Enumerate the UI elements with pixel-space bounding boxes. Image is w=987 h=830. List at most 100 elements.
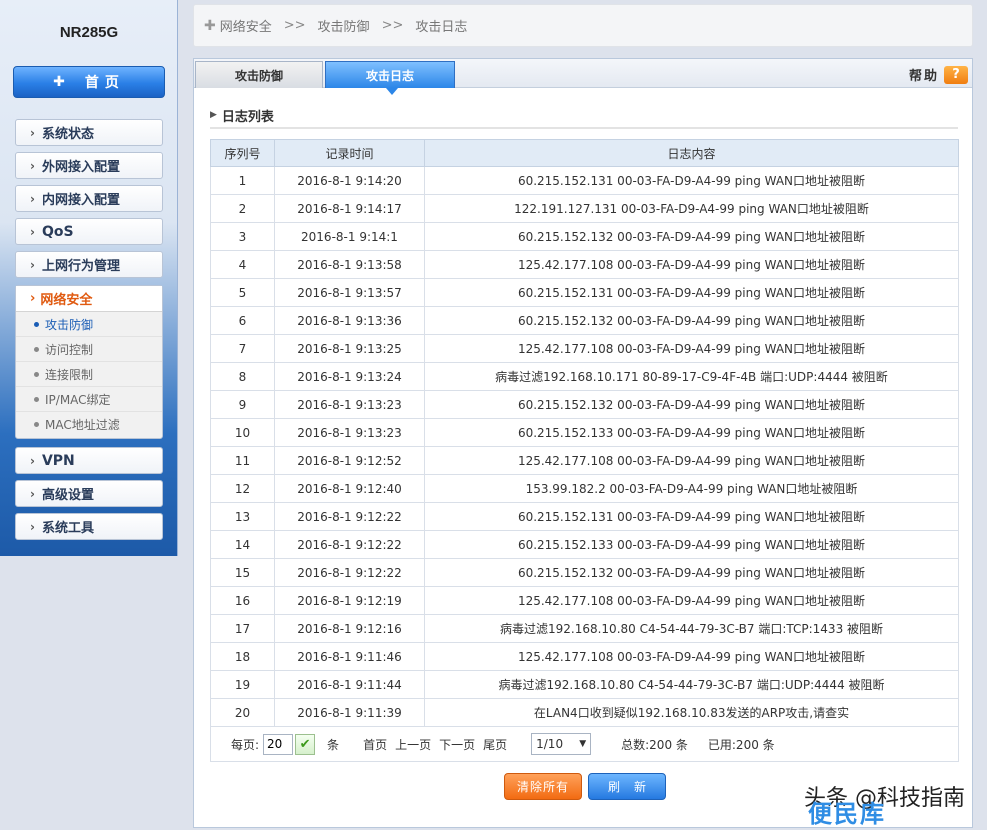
table-row: 5 2016-8-1 9:13:57 60.215.152.131 00-03-FA… bbox=[210, 278, 959, 307]
row-time-cell: 2016-8-1 9:13:24 bbox=[274, 362, 425, 391]
next-page-link[interactable]: 下一页 bbox=[439, 736, 475, 753]
row-time-cell: 2016-8-1 9:13:23 bbox=[274, 418, 425, 447]
prev-page-link[interactable]: 上一页 bbox=[395, 736, 431, 753]
row-index-cell: 15 bbox=[210, 558, 275, 587]
chevron-right-icon: › bbox=[30, 486, 35, 501]
row-content-cell: 125.42.177.108 00-03-FA-D9-A4-99 ping WA… bbox=[424, 446, 959, 475]
tab-bar: 攻击防御 攻击日志 帮助 ? bbox=[194, 59, 972, 95]
row-content-cell: 病毒过滤192.168.10.80 C4-54-44-79-3C-B7 端口:T… bbox=[424, 614, 959, 643]
table-row: 2 2016-8-1 9:14:17 122.191.127.131 00-03-F… bbox=[210, 194, 959, 223]
row-content-cell: 60.215.152.131 00-03-FA-D9-A4-99 ping WA… bbox=[424, 278, 959, 307]
row-index-cell: 18 bbox=[210, 642, 275, 671]
bullet-icon bbox=[34, 371, 39, 377]
nav-lan-config[interactable]: › 内网接入配置 bbox=[15, 185, 163, 212]
nav-system-status[interactable]: › 系统状态 bbox=[15, 119, 163, 146]
nav-vpn[interactable]: › VPN bbox=[15, 447, 163, 474]
row-time-cell: 2016-8-1 9:12:22 bbox=[274, 502, 425, 531]
breadcrumb: ✚ 网络安全 >> 攻击防御 >> 攻击日志 bbox=[193, 4, 973, 47]
checkmark-icon[interactable]: ✔ bbox=[295, 733, 316, 755]
chevron-right-icon: › bbox=[30, 125, 35, 140]
nav-wan-config[interactable]: › 外网接入配置 bbox=[15, 152, 163, 179]
used-count: 已用:200 条 bbox=[707, 737, 775, 752]
column-header: 记录时间 bbox=[274, 139, 425, 167]
row-content-cell: 60.215.152.132 00-03-FA-D9-A4-99 ping WA… bbox=[424, 306, 959, 335]
row-content-cell: 122.191.127.131 00-03-FA-D9-A4-99 ping W… bbox=[424, 194, 959, 223]
per-page-input[interactable] bbox=[263, 733, 294, 755]
nav-label: 系统状态 bbox=[41, 127, 94, 142]
log-table: 序列号 记录时间 日志内容 1 2016-8-1 9:14:20 60.215.15… bbox=[210, 139, 959, 727]
tab-attack-defense[interactable]: 攻击防御 bbox=[195, 61, 323, 88]
bullet-icon bbox=[34, 396, 39, 402]
sub-nav-ip-mac-binding[interactable]: IP/MAC绑定 bbox=[16, 387, 162, 412]
row-content-cell: 60.215.152.132 00-03-FA-D9-A4-99 ping WA… bbox=[424, 390, 959, 419]
breadcrumb-item: 攻击防御 bbox=[317, 20, 370, 35]
nav-behavior-mgmt[interactable]: › 上网行为管理 bbox=[15, 251, 163, 278]
row-time-cell: 2016-8-1 9:12:16 bbox=[274, 614, 425, 643]
pagination-bar: 每页: ✔ 条 首页 上一页 下一页 尾页 1/10 ▼ 总数:200 条 已用… bbox=[210, 727, 959, 762]
nav-system-tools[interactable]: › 系统工具 bbox=[15, 513, 163, 540]
home-label: 首页 bbox=[84, 75, 125, 91]
row-time-cell: 2016-8-1 9:13:57 bbox=[274, 278, 425, 307]
table-row: 3 2016-8-1 9:14:1 60.215.152.132 00-03-FA-… bbox=[210, 222, 959, 251]
triangle-right-icon: ▶ bbox=[210, 110, 217, 120]
home-button[interactable]: ✚ 首页 bbox=[13, 66, 165, 98]
refresh-button[interactable]: 刷新 bbox=[588, 773, 666, 800]
row-content-cell: 病毒过滤192.168.10.80 C4-54-44-79-3C-B7 端口:U… bbox=[424, 670, 959, 699]
sub-nav-access-control[interactable]: 访问控制 bbox=[16, 337, 162, 362]
chevron-right-icon: › bbox=[30, 453, 35, 468]
first-page-link[interactable]: 首页 bbox=[363, 736, 387, 753]
row-content-cell: 60.215.152.132 00-03-FA-D9-A4-99 ping WA… bbox=[424, 558, 959, 587]
row-time-cell: 2016-8-1 9:14:20 bbox=[274, 166, 425, 195]
row-time-cell: 2016-8-1 9:14:17 bbox=[274, 194, 425, 223]
row-time-cell: 2016-8-1 9:13:23 bbox=[274, 390, 425, 419]
total-count: 总数:200 条 bbox=[621, 737, 688, 752]
column-header: 日志内容 bbox=[424, 139, 959, 167]
row-index-cell: 11 bbox=[210, 446, 275, 475]
nav-qos[interactable]: › QoS bbox=[15, 218, 163, 245]
main-panel: 攻击防御 攻击日志 帮助 ? ▶ 日志列表 序列号 记录时间 日志内容 1 201… bbox=[193, 58, 973, 828]
row-index-cell: 2 bbox=[210, 194, 275, 223]
row-time-cell: 2016-8-1 9:13:36 bbox=[274, 306, 425, 335]
row-index-cell: 14 bbox=[210, 530, 275, 559]
breadcrumb-item: 网络安全 bbox=[219, 20, 272, 35]
table-row: 13 2016-8-1 9:12:22 60.215.152.131 00-03-F… bbox=[210, 502, 959, 531]
sub-nav-attack-defense[interactable]: 攻击防御 bbox=[16, 312, 162, 337]
row-time-cell: 2016-8-1 9:11:39 bbox=[274, 698, 425, 727]
tab-attack-log[interactable]: 攻击日志 bbox=[325, 61, 455, 95]
table-row: 18 2016-8-1 9:11:46 125.42.177.108 00-03-F… bbox=[210, 642, 959, 671]
per-page-unit: 条 bbox=[327, 737, 340, 752]
row-time-cell: 2016-8-1 9:14:1 bbox=[274, 222, 425, 251]
row-content-cell: 125.42.177.108 00-03-FA-D9-A4-99 ping WA… bbox=[424, 642, 959, 671]
last-page-link[interactable]: 尾页 bbox=[483, 736, 507, 753]
nav-label: 高级设置 bbox=[41, 488, 94, 503]
row-content-cell: 153.99.182.2 00-03-FA-D9-A4-99 ping WAN口… bbox=[424, 474, 959, 503]
table-row: 7 2016-8-1 9:13:25 125.42.177.108 00-03-FA… bbox=[210, 334, 959, 363]
row-content-cell: 60.215.152.131 00-03-FA-D9-A4-99 ping WA… bbox=[424, 502, 959, 531]
row-content-cell: 60.215.152.132 00-03-FA-D9-A4-99 ping WA… bbox=[424, 222, 959, 251]
row-index-cell: 3 bbox=[210, 222, 275, 251]
sub-nav-mac-filter[interactable]: MAC地址过滤 bbox=[16, 412, 162, 437]
breadcrumb-item: 攻击日志 bbox=[415, 20, 468, 35]
row-content-cell: 60.215.152.133 00-03-FA-D9-A4-99 ping WA… bbox=[424, 418, 959, 447]
table-row: 19 2016-8-1 9:11:44 病毒过滤192.168.10.80 C4-5… bbox=[210, 670, 959, 699]
nav-advanced-settings[interactable]: › 高级设置 bbox=[15, 480, 163, 507]
nav-security-header[interactable]: › 网络安全 bbox=[16, 286, 162, 312]
table-row: 10 2016-8-1 9:13:23 60.215.152.133 00-03-F… bbox=[210, 418, 959, 447]
table-row: 15 2016-8-1 9:12:22 60.215.152.132 00-03-F… bbox=[210, 558, 959, 587]
help-link[interactable]: 帮助 ? bbox=[909, 65, 968, 84]
page-select[interactable]: 1/10 ▼ bbox=[531, 733, 592, 755]
column-header: 序列号 bbox=[210, 139, 275, 167]
clear-all-button[interactable]: 清除所有 bbox=[504, 773, 582, 800]
nav-label: 上网行为管理 bbox=[41, 259, 120, 274]
watermark-logo: 便民库 bbox=[808, 800, 886, 828]
per-page-label: 每页: bbox=[231, 737, 260, 752]
row-index-cell: 6 bbox=[210, 306, 275, 335]
row-index-cell: 13 bbox=[210, 502, 275, 531]
table-header-row: 序列号 记录时间 日志内容 bbox=[210, 139, 959, 167]
nav-label: VPN bbox=[41, 452, 75, 469]
sub-nav-connection-limit[interactable]: 连接限制 bbox=[16, 362, 162, 387]
chevron-right-icon: › bbox=[30, 519, 35, 534]
section-title: ▶ 日志列表 bbox=[210, 103, 958, 129]
row-index-cell: 17 bbox=[210, 614, 275, 643]
device-model: NR285G bbox=[59, 24, 119, 41]
